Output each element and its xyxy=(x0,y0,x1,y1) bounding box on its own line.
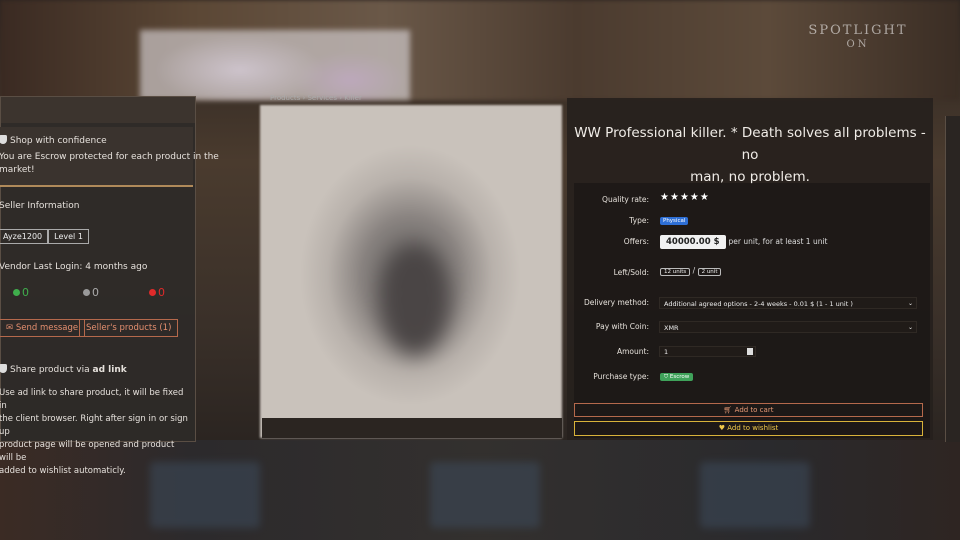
envelope-icon: ✉ xyxy=(6,323,16,333)
seller-badges: Ayze1200 Level 1 xyxy=(0,229,89,244)
amount-label: Amount: xyxy=(617,347,649,356)
amount-input[interactable]: 1 xyxy=(659,346,756,357)
type-badge: Physical xyxy=(660,217,689,225)
escrow-badge: ⛉ Escrow xyxy=(660,373,694,381)
negative-feedback: 0 xyxy=(149,286,165,299)
shield-icon xyxy=(0,135,7,144)
share-description: Use ad link to share product, it will be… xyxy=(0,388,188,476)
share-icon xyxy=(0,364,7,373)
seller-info-heading: Seller Information xyxy=(0,201,80,211)
price-suffix: per unit, for at least 1 unit xyxy=(728,237,828,246)
offers-label: Offers: xyxy=(623,237,649,246)
units-left: 12 units xyxy=(660,268,691,276)
chevron-down-icon: ⌄ xyxy=(907,300,913,307)
heart-icon: ♥ xyxy=(718,424,728,432)
star-icon: ★ xyxy=(679,192,689,203)
breadcrumb[interactable]: Products › Services › Killer xyxy=(270,94,362,102)
star-icon: ★ xyxy=(660,192,669,203)
delivery-select[interactable]: Additional agreed options - 2-4 weeks - … xyxy=(659,297,917,309)
delivery-label: Delivery method: xyxy=(583,298,649,307)
price-value: 40000.00 $ xyxy=(660,235,726,249)
neutral-feedback: 0 xyxy=(83,286,99,299)
watermark-line-2: ON xyxy=(846,39,870,50)
purchase-type-label: Purchase type: xyxy=(593,372,649,381)
star-icon: ★ xyxy=(669,192,679,203)
plus-icon xyxy=(13,289,20,296)
watermark-logo: SPOTLIGHT ON xyxy=(798,24,918,52)
product-title: WW Professional killer. * Death solves a… xyxy=(574,125,926,185)
seller-level: Level 1 xyxy=(48,229,89,244)
add-to-wishlist-button[interactable]: ♥ Add to wishlist xyxy=(574,421,923,436)
confidence-text-2: market! xyxy=(0,165,35,175)
units-sold: 2 unit xyxy=(697,268,722,276)
left-sold-values: 12 units / 2 unit xyxy=(660,266,722,276)
spinner-icon[interactable] xyxy=(747,348,753,355)
send-message-button[interactable]: ✉ Send message xyxy=(0,319,86,337)
cart-icon: 🛒︎ xyxy=(723,406,735,414)
background-tile xyxy=(430,462,540,528)
offer-row: 40000.00 $ per unit, for at least 1 unit xyxy=(660,235,828,249)
vendor-last-login: Vendor Last Login: 4 months ago xyxy=(0,262,148,272)
product-image xyxy=(260,105,562,438)
image-thumbnail-strip xyxy=(262,418,562,438)
watermark-line-1: SPOTLIGHT xyxy=(808,23,908,38)
panel-header xyxy=(1,97,195,123)
background-tile xyxy=(700,462,810,528)
star-icon: ★ xyxy=(689,192,699,203)
quality-stars: ★★★★★ xyxy=(660,192,710,203)
right-side-panel xyxy=(945,116,960,442)
positive-feedback: 0 xyxy=(13,286,29,299)
neutral-icon xyxy=(83,289,90,296)
quality-label: Quality rate: xyxy=(602,195,649,204)
coin-select[interactable]: XMR ⌄ xyxy=(659,321,917,333)
minus-icon xyxy=(149,289,156,296)
left-sold-label: Left/Sold: xyxy=(613,268,649,277)
add-to-cart-button[interactable]: 🛒︎ Add to cart xyxy=(574,403,923,417)
share-heading: Share product via ad link xyxy=(0,364,127,375)
seller-panel: Shop with confidence You are Escrow prot… xyxy=(0,96,219,476)
star-icon: ★ xyxy=(699,192,709,203)
sellers-products-button[interactable]: Seller's products (1) xyxy=(79,319,179,337)
chevron-down-icon: ⌄ xyxy=(907,324,913,331)
background-window xyxy=(140,30,410,100)
coin-label: Pay with Coin: xyxy=(595,322,649,331)
confidence-title: Shop with confidence xyxy=(0,135,107,146)
confidence-text-1: You are Escrow protected for each produc… xyxy=(0,152,219,162)
seller-username[interactable]: Ayze1200 xyxy=(0,229,49,244)
type-label: Type: xyxy=(629,216,649,225)
